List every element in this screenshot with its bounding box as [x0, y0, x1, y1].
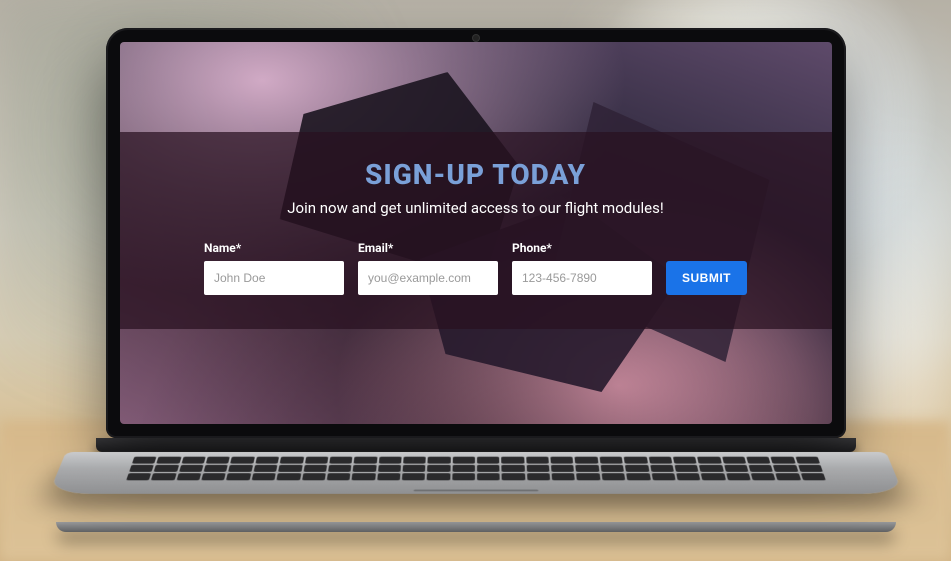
laptop-screen: SIGN-UP TODAY Join now and get unlimited…	[120, 42, 832, 424]
email-field-group: Email*	[358, 241, 498, 295]
submit-button[interactable]: SUBMIT	[666, 261, 747, 295]
laptop-mockup: SIGN-UP TODAY Join now and get unlimited…	[106, 28, 846, 532]
name-field-group: Name*	[204, 241, 344, 295]
signup-form-row: Name* Email* Phone* SUBMIT	[160, 241, 792, 295]
name-label: Name*	[204, 241, 344, 255]
email-label: Email*	[358, 241, 498, 255]
laptop-keyboard-deck	[48, 452, 903, 494]
webcam-dot-icon	[473, 35, 479, 41]
keyboard-keys	[126, 457, 826, 481]
email-input[interactable]	[358, 261, 498, 295]
signup-subtitle: Join now and get unlimited access to our…	[160, 199, 792, 217]
trackpad-edge	[413, 490, 538, 492]
laptop-hinge	[96, 438, 856, 452]
phone-field-group: Phone*	[512, 241, 652, 295]
name-input[interactable]	[204, 261, 344, 295]
signup-banner: SIGN-UP TODAY Join now and get unlimited…	[120, 132, 832, 329]
phone-input[interactable]	[512, 261, 652, 295]
laptop-lid: SIGN-UP TODAY Join now and get unlimited…	[106, 28, 846, 438]
phone-label: Phone*	[512, 241, 652, 255]
laptop-front-edge	[56, 522, 896, 532]
photo-background: SIGN-UP TODAY Join now and get unlimited…	[0, 0, 951, 561]
signup-title: SIGN-UP TODAY	[160, 158, 792, 191]
